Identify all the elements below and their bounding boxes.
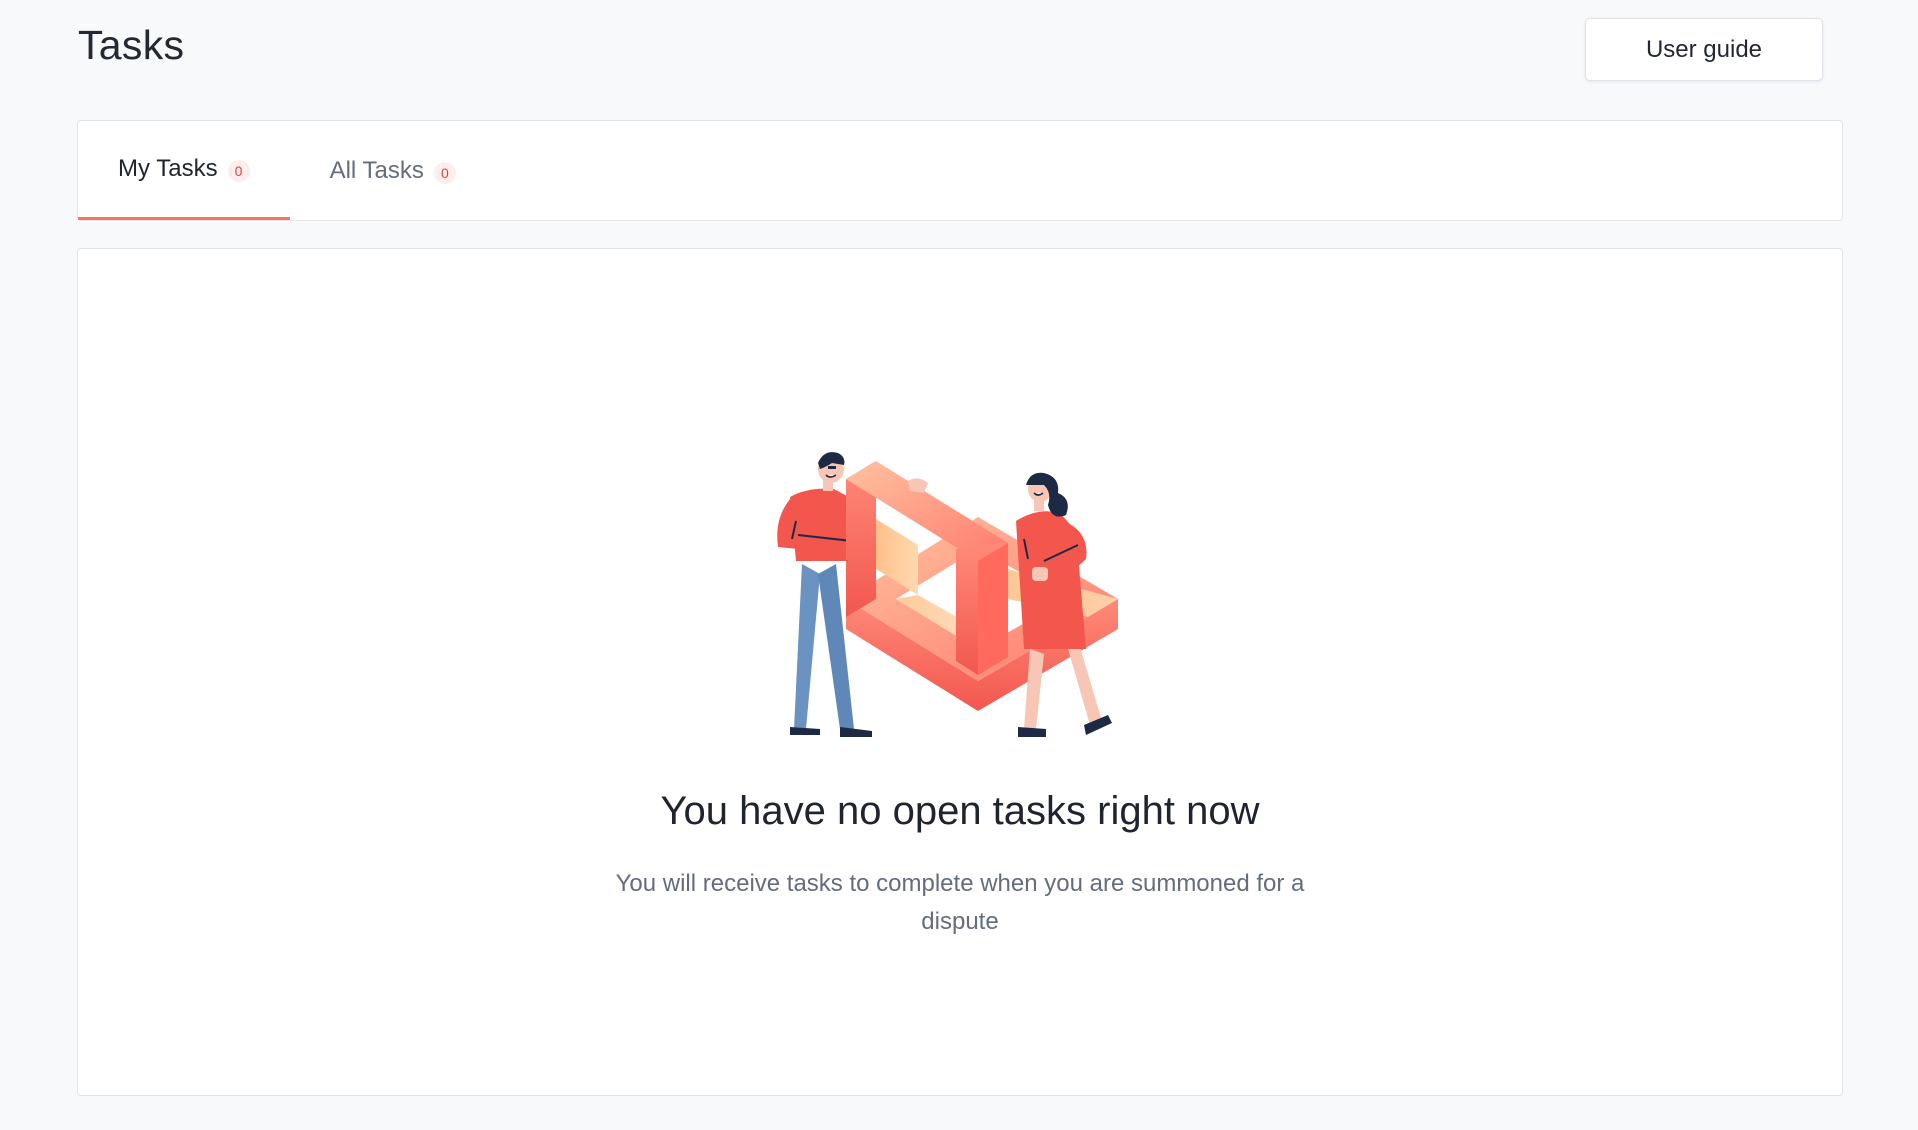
tab-all-tasks[interactable]: All Tasks 0 <box>290 121 496 220</box>
tabs-bar: My Tasks 0 All Tasks 0 <box>77 120 1843 221</box>
tab-all-tasks-label: All Tasks <box>329 156 424 184</box>
tab-my-tasks[interactable]: My Tasks 0 <box>78 121 290 220</box>
empty-state-description: You will receive tasks to complete when … <box>615 870 1305 935</box>
tab-my-tasks-label: My Tasks <box>118 155 218 182</box>
empty-state-card: You have no open tasks right now You wil… <box>77 248 1843 1096</box>
empty-tasks-illustration <box>777 452 1118 737</box>
tab-my-tasks-count-badge: 0 <box>227 160 250 182</box>
user-guide-button[interactable]: User guide <box>1585 18 1823 81</box>
tab-all-tasks-count-badge: 0 <box>433 161 456 184</box>
empty-state-heading: You have no open tasks right now <box>660 789 1260 833</box>
page-title: Tasks <box>78 22 185 68</box>
